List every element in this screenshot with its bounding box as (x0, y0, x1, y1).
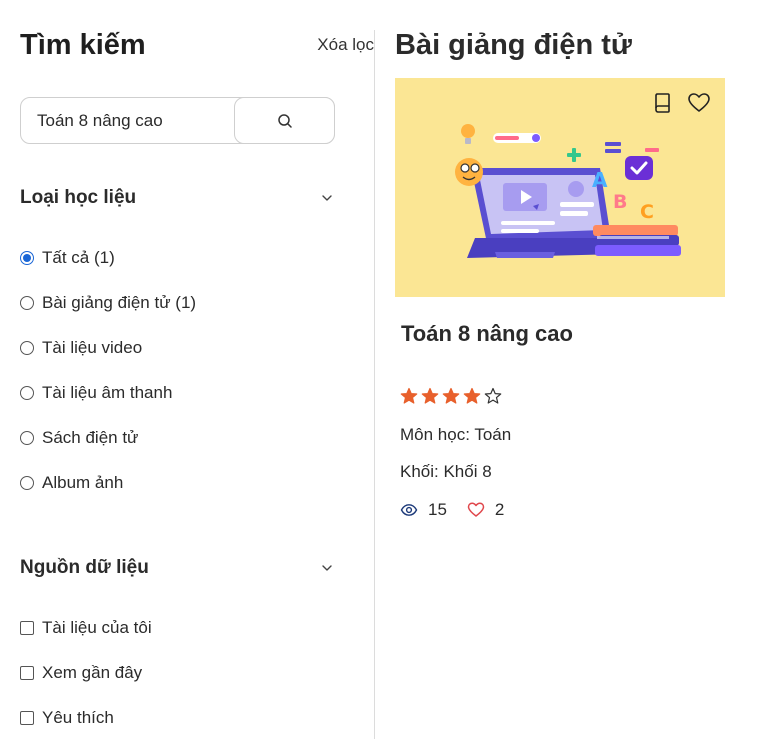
option-label: Tài liệu âm thanh (42, 383, 173, 402)
page-title: Bài giảng điện tử (395, 29, 632, 61)
view-count: 15 (428, 500, 447, 519)
radio-button[interactable] (20, 386, 34, 400)
material-type-section-header[interactable]: Loại học liệu (20, 184, 336, 212)
option-label: Xem gần đây (42, 663, 143, 682)
rating-stars (400, 387, 502, 405)
option-label: Yêu thích (42, 708, 114, 727)
star-filled-icon (400, 387, 418, 404)
like-count: 2 (494, 500, 505, 519)
subject-text: Môn học: Toán (400, 425, 512, 444)
sidebar-header: Tìm kiếm Xóa lọc (20, 27, 374, 63)
chevron-down-icon[interactable] (320, 192, 334, 204)
star-filled-icon (421, 387, 439, 404)
material-type-title: Loại học liệu (20, 187, 137, 208)
option-label: Sách điện tử (42, 428, 139, 447)
material-type-option-video[interactable]: Tài liệu video (20, 336, 142, 360)
option-label: Bài giảng điện tử (1) (42, 293, 197, 312)
checkbox[interactable] (20, 711, 34, 725)
material-type-option-lecture[interactable]: Bài giảng điện tử (1) (20, 291, 196, 315)
data-source-title: Nguồn dữ liệu (20, 557, 149, 578)
card-stats: 15 2 (400, 498, 504, 522)
svg-text:A: A (592, 168, 608, 192)
star-filled-icon (463, 387, 481, 404)
star-empty-icon (484, 387, 502, 404)
sidebar-title: Tìm kiếm (20, 29, 146, 61)
search-box (20, 97, 335, 144)
eye-icon (400, 504, 418, 516)
data-source-option-favorites[interactable]: Yêu thích (20, 706, 114, 730)
material-type-option-all[interactable]: Tất cả (1) (20, 246, 115, 270)
search-input[interactable] (37, 109, 232, 133)
checkbox[interactable] (20, 666, 34, 680)
option-label: Tài liệu video (42, 338, 143, 357)
checkbox[interactable] (20, 621, 34, 635)
search-icon (277, 113, 292, 128)
lecture-thumbnail[interactable]: A B C (395, 78, 725, 297)
radio-button[interactable] (20, 341, 34, 355)
column-divider (374, 30, 375, 739)
material-type-option-audio[interactable]: Tài liệu âm thanh (20, 381, 172, 405)
grade-text: Khối: Khối 8 (400, 462, 492, 481)
clear-filter-link[interactable]: Xóa lọc (317, 33, 374, 57)
svg-text:B: B (613, 191, 627, 213)
data-source-option-my-docs[interactable]: Tài liệu của tôi (20, 616, 152, 640)
radio-button[interactable] (20, 431, 34, 445)
filter-sidebar: Tìm kiếm Xóa lọc Loại học liệu Tất cả (1… (20, 0, 374, 739)
svg-text:C: C (640, 201, 654, 223)
data-source-section-header[interactable]: Nguồn dữ liệu (20, 554, 336, 582)
option-label: Tất cả (1) (42, 248, 115, 267)
data-source-option-recent[interactable]: Xem gần đây (20, 661, 142, 685)
heart-icon[interactable] (687, 91, 711, 115)
chevron-down-icon[interactable] (320, 562, 334, 574)
option-label: Tài liệu của tôi (42, 618, 152, 637)
book-icon[interactable] (651, 91, 675, 115)
lecture-illustration: A B C (455, 124, 681, 258)
radio-button[interactable] (20, 296, 34, 310)
radio-button[interactable] (20, 476, 34, 490)
star-filled-icon (442, 387, 460, 404)
material-type-option-album[interactable]: Album ảnh (20, 471, 123, 495)
option-label: Album ảnh (42, 473, 124, 492)
lecture-title[interactable]: Toán 8 nâng cao (401, 320, 573, 348)
heart-icon (467, 502, 485, 517)
material-type-option-ebook[interactable]: Sách điện tử (20, 426, 138, 450)
search-button[interactable] (234, 97, 335, 144)
radio-button[interactable] (20, 251, 34, 265)
